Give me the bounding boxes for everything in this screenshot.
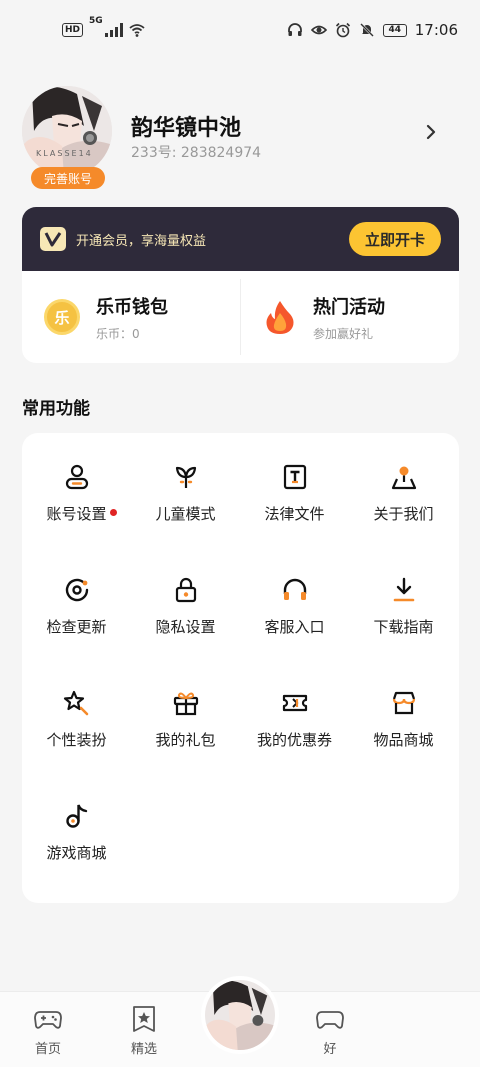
signal-icon [104, 23, 123, 37]
nav-featured[interactable]: 精选 [114, 1004, 174, 1057]
mute-bell-icon [359, 23, 374, 37]
hot-events[interactable]: 热门活动 参加赢好礼 [241, 271, 459, 363]
hot-events-sub: 参加赢好礼 [313, 326, 374, 341]
star-card-icon [133, 1006, 155, 1032]
vip-text: 开通会员，享海量权益 [76, 233, 207, 249]
document-icon [283, 464, 306, 490]
wallet-row: 乐 乐币钱包 乐币：0 热门活动 参加赢好礼 [22, 271, 459, 363]
center-avatar-illustration [205, 980, 275, 1050]
clock: 17:06 [414, 21, 458, 39]
user-icon [65, 464, 88, 490]
feature-label: 个性装扮 [46, 731, 107, 749]
chevron-right-icon[interactable] [420, 121, 442, 143]
features-grid: 账号设置 儿童模式 法律文件 关于我们 检查更新 隐私设置 客服入口 下载指南 … [22, 463, 459, 915]
gift-icon [173, 692, 198, 716]
headphones-icon [283, 578, 306, 600]
profile-header[interactable]: KLASSE14 完善账号 韵华镜中池 233号: 283824974 [22, 86, 462, 190]
tiktok-note-icon [65, 804, 87, 828]
gamepad-icon [34, 1011, 62, 1029]
feature-account-settings[interactable]: 账号设置 [22, 463, 131, 576]
feature-about-us[interactable]: 关于我们 [349, 463, 458, 576]
wifi-icon [129, 24, 145, 37]
coin-wallet-title: 乐币钱包 [96, 296, 168, 318]
vip-banner[interactable]: 开通会员，享海量权益 立即开卡 [22, 207, 459, 271]
lock-icon [175, 577, 196, 603]
feature-label: 物品商城 [373, 731, 434, 749]
status-bar: HD 5G 44 17:06 [0, 0, 480, 60]
avatar-watermark: KLASSE14 [36, 149, 93, 158]
eye-icon [310, 25, 327, 35]
hot-events-title: 热门活动 [313, 296, 385, 318]
username: 韵华镜中池 [131, 116, 242, 141]
notification-dot [109, 509, 117, 516]
feature-item-store[interactable]: 物品商城 [349, 689, 458, 802]
feature-label: 我的优惠券 [256, 731, 332, 749]
feature-personalization[interactable]: 个性装扮 [22, 689, 131, 802]
gamepad-icon [316, 1011, 344, 1029]
shop-icon [392, 691, 415, 715]
alarm-icon [335, 22, 350, 38]
headphones-status-icon [287, 23, 302, 36]
status-right: 44 17:06 [287, 21, 458, 39]
nav-partial-label: 好 [323, 1042, 337, 1057]
feature-label: 检查更新 [46, 618, 107, 636]
nav-featured-label: 精选 [130, 1042, 157, 1057]
feature-legal-docs[interactable]: 法律文件 [240, 463, 349, 576]
nav-partial[interactable]: 好 [300, 1004, 360, 1057]
feature-my-coupons[interactable]: 我的优惠券 [240, 689, 349, 802]
feature-label: 儿童模式 [155, 505, 216, 523]
location-pin-icon [391, 466, 416, 490]
feature-my-gifts[interactable]: 我的礼包 [131, 689, 240, 802]
user-id: 233号: 283824974 [131, 145, 262, 161]
ticket-icon [282, 694, 307, 712]
flame-icon [266, 301, 294, 334]
feature-check-update[interactable]: 检查更新 [22, 576, 131, 689]
features-panel: 账号设置 儿童模式 法律文件 关于我们 检查更新 隐私设置 客服入口 下载指南 … [22, 433, 459, 903]
status-left: HD 5G [62, 16, 145, 38]
feature-kids-mode[interactable]: 儿童模式 [131, 463, 240, 576]
avatar-illustration [22, 86, 112, 176]
feature-label: 账号设置 [46, 503, 117, 524]
hd-badge: HD [62, 23, 84, 37]
nav-home[interactable]: 首页 [18, 1004, 78, 1057]
feature-label: 隐私设置 [155, 618, 216, 636]
feature-label: 游戏商城 [46, 844, 107, 862]
open-vip-button[interactable]: 立即开卡 [349, 222, 441, 256]
vip-logo-icon [40, 227, 66, 251]
refresh-icon [65, 578, 88, 602]
coin-icon: 乐 [44, 299, 80, 335]
coin-balance: 乐币：0 [96, 326, 140, 341]
feature-download-guide[interactable]: 下载指南 [349, 576, 458, 689]
feature-customer-service[interactable]: 客服入口 [240, 576, 349, 689]
nav-center-avatar[interactable] [205, 980, 275, 1050]
section-title: 常用功能 [22, 399, 90, 419]
avatar[interactable]: KLASSE14 [22, 86, 112, 176]
battery-icon: 44 [382, 23, 407, 37]
feature-label: 下载指南 [373, 618, 434, 636]
magic-star-icon [63, 690, 88, 716]
feature-game-store[interactable]: 游戏商城 [22, 802, 131, 915]
feature-privacy-settings[interactable]: 隐私设置 [131, 576, 240, 689]
feature-label: 关于我们 [373, 505, 434, 523]
coin-wallet[interactable]: 乐 乐币钱包 乐币：0 [22, 271, 240, 363]
nav-home-label: 首页 [34, 1042, 61, 1057]
feature-label: 法律文件 [264, 505, 325, 523]
feature-label: 我的礼包 [155, 731, 216, 749]
complete-account-badge[interactable]: 完善账号 [31, 167, 105, 189]
feature-label: 客服入口 [264, 618, 325, 636]
sprout-icon [175, 466, 196, 488]
network-type: 5G [89, 16, 103, 26]
download-icon [393, 577, 414, 602]
